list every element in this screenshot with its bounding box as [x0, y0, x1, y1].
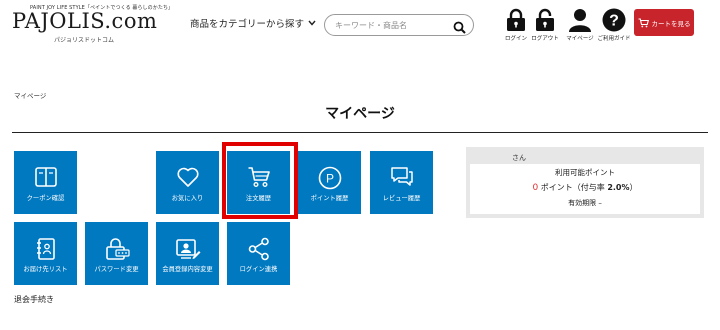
- title-divider: [12, 132, 708, 133]
- share-icon: [248, 237, 269, 261]
- points-value: 0: [532, 183, 539, 193]
- address-book-icon: [36, 238, 55, 260]
- points-expiry: 有効期限 –: [568, 199, 602, 207]
- coupon-book-icon: [34, 167, 57, 187]
- tile-coupon[interactable]: クーポン確認: [14, 151, 77, 214]
- mypage-label: マイページ: [566, 36, 594, 42]
- cart-icon: [248, 167, 270, 188]
- user-icon: [569, 9, 591, 32]
- tile-order-history-label: 注文履歴: [245, 195, 272, 202]
- page-title: マイページ: [325, 106, 395, 122]
- logo-wordmark: PAJOLIS.com: [12, 9, 158, 33]
- chevron-down-icon: [308, 19, 316, 28]
- points-row: 0 ポイント（付与率 2.0%）: [470, 182, 700, 193]
- tile-order-history[interactable]: 注文履歴: [227, 151, 290, 214]
- category-nav-label: 商品をカテゴリーから探す: [190, 19, 305, 30]
- guide-label: ご利用ガイド: [597, 36, 631, 42]
- points-title: 利用可能ポイント: [555, 168, 615, 177]
- mypage-button[interactable]: マイページ: [563, 8, 597, 42]
- review-icon: [390, 167, 413, 186]
- member-card-icon: [175, 239, 200, 259]
- tile-point-history[interactable]: P ポイント履歴: [298, 151, 361, 214]
- password-icon: [105, 238, 130, 260]
- tile-password-change[interactable]: パスワード変更: [85, 222, 148, 285]
- guide-button[interactable]: ? ご利用ガイド: [597, 8, 631, 42]
- view-cart-label: カートを見る: [651, 19, 691, 28]
- search-icon[interactable]: [453, 19, 466, 34]
- points-panel: さん 利用可能ポイント 0 ポイント（付与率 2.0%） 有効期限 –: [466, 147, 704, 218]
- cart-icon: [638, 17, 649, 27]
- category-nav-dropdown[interactable]: 商品をカテゴリーから探す: [190, 16, 316, 30]
- svg-text:?: ?: [609, 13, 619, 30]
- tile-review-history[interactable]: レビュー履歴: [370, 151, 433, 214]
- member-name: さん: [512, 154, 526, 162]
- tile-point-history-label: ポイント履歴: [310, 195, 349, 202]
- tile-favorites[interactable]: お気に入り: [156, 151, 219, 214]
- withdraw-link[interactable]: 退会手続き: [14, 294, 54, 305]
- breadcrumb[interactable]: マイページ: [14, 90, 46, 100]
- tile-address-list[interactable]: お届け先リスト: [14, 222, 77, 285]
- tile-coupon-label: クーポン確認: [26, 195, 65, 202]
- lock-icon: [507, 8, 525, 31]
- tile-address-list-label: お届け先リスト: [23, 266, 68, 273]
- site-header: PAINT JOY LIFE STYLE「ペイントでつくる 暮らしのかたち」 P…: [0, 0, 720, 50]
- heart-icon: [176, 167, 199, 187]
- search-input[interactable]: [335, 18, 453, 33]
- tile-review-history-label: レビュー履歴: [382, 195, 421, 202]
- view-cart-button[interactable]: カートを見る: [634, 9, 694, 36]
- tile-password-change-label: パスワード変更: [94, 266, 139, 273]
- points-unit: ポイント（付与率: [540, 183, 605, 192]
- tile-member-info-change[interactable]: 会員登録内容変更: [156, 222, 219, 285]
- site-logo[interactable]: PAINT JOY LIFE STYLE「ペイントでつくる 暮らしのかたち」 P…: [12, 4, 173, 44]
- search-box: [324, 14, 474, 36]
- points-box: 利用可能ポイント 0 ポイント（付与率 2.0%） 有効期限 –: [470, 164, 700, 214]
- tile-login-link[interactable]: ログイン連携: [227, 222, 290, 285]
- tile-member-info-change-label: 会員登録内容変更: [162, 266, 213, 273]
- svg-text:P: P: [325, 172, 333, 186]
- points-rate: 2.0%: [607, 183, 630, 192]
- tile-favorites-label: お気に入り: [171, 195, 204, 202]
- unlock-icon: [536, 8, 554, 31]
- logout-button[interactable]: ログアウト: [528, 8, 562, 42]
- help-icon: ?: [602, 8, 626, 32]
- point-icon: P: [318, 166, 341, 190]
- logout-label: ログアウト: [531, 36, 559, 42]
- tile-login-link-label: ログイン連携: [239, 266, 278, 273]
- points-close: ）: [629, 183, 638, 192]
- logo-kana: パジョリスドットコム: [54, 37, 115, 44]
